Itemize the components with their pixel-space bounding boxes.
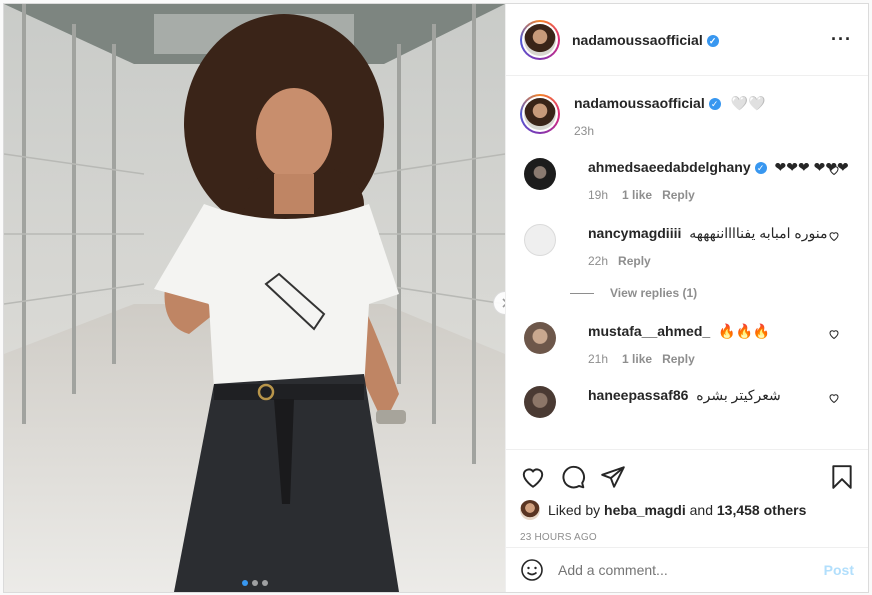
post-timestamp[interactable]: 23 HOURS AGO — [520, 532, 854, 543]
comment-item: nancymagdiiii منوره امبابه يفنااااننهههه… — [520, 224, 852, 270]
caption-time: 23h — [574, 124, 595, 138]
caption-username[interactable]: nadamoussaofficial — [574, 95, 705, 111]
comment-input[interactable] — [558, 562, 824, 578]
like-heart-icon[interactable] — [520, 464, 546, 490]
verified-badge-icon: ✓ — [706, 34, 719, 47]
comments-list[interactable]: nadamoussaofficial ✓ 🤍🤍 23h ahmedsaeedabd… — [506, 76, 868, 446]
commenter-avatar[interactable] — [524, 158, 556, 190]
verified-badge-icon: ✓ — [708, 98, 721, 110]
chevron-right-icon — [502, 298, 505, 308]
comment-username[interactable]: nancymagdiiii — [588, 225, 681, 241]
emoji-smiley-icon[interactable] — [520, 558, 544, 582]
like-comment-heart-icon[interactable] — [828, 392, 840, 404]
comment-item: ahmedsaeedabdelghany ✓ ❤❤❤ ❤❤❤ 19h 1 like R… — [520, 158, 852, 204]
likes-summary: Liked by heba_magdi and 13,458 others — [520, 500, 854, 520]
share-paper-plane-icon[interactable] — [600, 464, 626, 490]
post-container: nadamoussaofficial ✓ ··· nadamoussaoffici… — [3, 3, 869, 593]
comment-time: 19h — [588, 188, 609, 202]
likes-count[interactable]: 13,458 others — [717, 502, 807, 518]
post-photo — [4, 4, 505, 592]
comment-likes[interactable]: 1 like — [622, 188, 652, 202]
comment-time: 21h — [588, 352, 609, 366]
comment-username[interactable]: haneepassaf86 — [588, 387, 688, 403]
comment-bubble-icon[interactable] — [560, 464, 586, 490]
commenter-avatar[interactable] — [524, 224, 556, 256]
caption-author-avatar[interactable] — [520, 94, 560, 134]
post-sidebar: nadamoussaofficial ✓ ··· nadamoussaoffici… — [505, 4, 868, 592]
like-comment-heart-icon[interactable] — [828, 328, 840, 340]
carousel-dot-active — [241, 580, 248, 586]
author-username[interactable]: nadamoussaofficial ✓ — [572, 32, 719, 48]
view-replies-button[interactable]: View replies (1) — [570, 286, 852, 300]
comment-username[interactable]: ahmedsaeedabdelghany — [588, 159, 751, 175]
post-actions-section: Liked by heba_magdi and 13,458 others 23… — [506, 449, 868, 543]
reply-button[interactable]: Reply — [618, 254, 651, 268]
reply-button[interactable]: Reply — [662, 188, 695, 202]
more-options-icon[interactable]: ··· — [831, 29, 852, 50]
comment-text: منوره امبابه يفنااااننهههه — [689, 225, 828, 241]
caption-text: 🤍🤍 — [730, 95, 766, 111]
carousel-dot — [261, 580, 268, 586]
comment-likes[interactable]: 1 like — [622, 352, 652, 366]
comment-item: mustafa__ahmed_ 🔥🔥🔥 21h 1 like Reply — [520, 322, 852, 368]
post-header: nadamoussaofficial ✓ ··· — [506, 4, 868, 76]
comment-time: 22h — [588, 254, 609, 268]
carousel-dots — [4, 580, 505, 586]
comment-item: haneepassaf86 شعركيتر بشره — [520, 386, 852, 418]
add-comment-bar: Post — [506, 547, 868, 592]
reply-button[interactable]: Reply — [662, 352, 695, 366]
liker-username[interactable]: heba_magdi — [604, 502, 686, 518]
liker-avatar[interactable] — [520, 500, 540, 520]
like-comment-heart-icon[interactable] — [828, 164, 840, 176]
commenter-avatar[interactable] — [524, 322, 556, 354]
author-avatar[interactable] — [520, 19, 560, 60]
post-media[interactable] — [4, 4, 505, 592]
like-comment-heart-icon[interactable] — [828, 230, 840, 242]
verified-badge-icon: ✓ — [754, 162, 767, 174]
comment-text: شعركيتر بشره — [696, 387, 781, 403]
save-bookmark-icon[interactable] — [830, 464, 854, 490]
action-bar — [520, 450, 854, 500]
comment-text: 🔥🔥🔥 — [718, 323, 771, 339]
post-comment-button[interactable]: Post — [824, 562, 854, 578]
carousel-dot — [251, 580, 258, 586]
commenter-avatar[interactable] — [524, 386, 556, 418]
comment-username[interactable]: mustafa__ahmed_ — [588, 323, 710, 339]
post-caption: nadamoussaofficial ✓ 🤍🤍 23h — [520, 94, 852, 140]
